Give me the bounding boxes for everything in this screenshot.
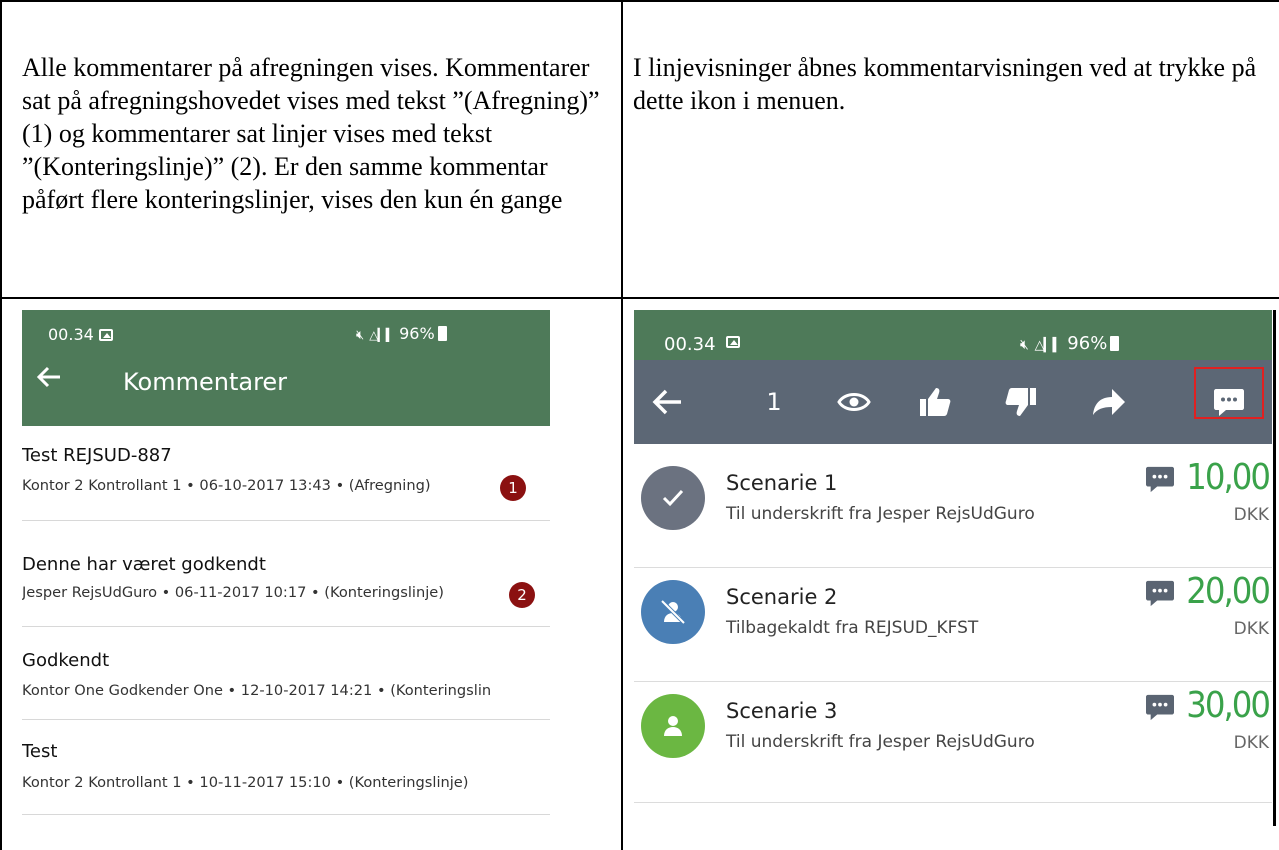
item-title: Scenarie 2 [726, 585, 838, 609]
gallery-notification-icon [99, 325, 113, 344]
table-divider-vertical [621, 0, 623, 850]
list-item[interactable]: Scenarie 1 Til underskrift fra Jesper Re… [634, 457, 1272, 547]
comments-screenshot: 00.34 🔇︎ △▎▍ 96% Kommentarer Test REJSUD… [22, 310, 550, 850]
thumbs-up-icon[interactable] [910, 360, 960, 444]
lines-screenshot: 00.34 🔇︎ △▎▍ 96% 1 Scenarie 1 Til unders… [634, 310, 1272, 826]
item-subtitle: Tilbagekaldt fra REJSUD_KFST [726, 618, 979, 638]
battery-icon [1110, 336, 1120, 351]
item-currency: DKK [1233, 505, 1269, 525]
forward-icon[interactable] [1084, 360, 1134, 444]
status-bar: 00.34 🔇︎ △▎▍ 96% [634, 310, 1272, 360]
person-icon [641, 694, 705, 758]
comment-title: Godkendt [22, 650, 110, 671]
comment-title: Test [22, 741, 58, 762]
signal-icon: △▎▍ [369, 328, 395, 342]
comments-icon-highlight [1194, 367, 1264, 419]
item-title: Scenarie 1 [726, 471, 838, 495]
table-divider-horizontal [0, 297, 1279, 299]
comment-bubble-icon [1145, 465, 1175, 498]
left-description: Alle kommentarer på afregningen vises. K… [22, 53, 600, 214]
item-subtitle: Til underskrift fra Jesper RejsUdGuro [726, 732, 1035, 752]
person-crossed-icon [641, 580, 705, 644]
divider [634, 802, 1272, 803]
item-currency: DKK [1233, 619, 1269, 639]
comment-meta: Jesper RejsUdGuro • 06-11-2017 10:17 • (… [22, 584, 444, 601]
selection-count: 1 [766, 388, 782, 416]
page-title: Kommentarer [123, 368, 288, 396]
comment-title: Denne har været godkendt [22, 554, 266, 575]
status-right: 🔇︎ △▎▍ 96% [356, 324, 447, 343]
list-item[interactable]: Scenarie 3 Til underskrift fra Jesper Re… [634, 682, 1272, 772]
item-subtitle: Til underskrift fra Jesper RejsUdGuro [726, 504, 1035, 524]
right-description: I linjevisninger åbnes kommentarvisninge… [633, 53, 1257, 115]
comment-meta: Kontor One Godkender One • 12-10-2017 14… [22, 682, 492, 699]
battery-icon [437, 326, 447, 341]
comment-bubble-icon [1145, 579, 1175, 612]
comment-item[interactable]: Test Kontor 2 Kontrollant 1 • 10-11-2017… [22, 719, 550, 815]
gallery-notification-icon [726, 334, 740, 352]
item-amount: 10,00 [1186, 457, 1271, 498]
battery-level: 96% [399, 324, 435, 343]
table-border-left [0, 0, 2, 850]
number-badge: 1 [500, 475, 526, 501]
mute-icon: 🔇︎ [356, 328, 365, 343]
back-arrow-icon[interactable] [36, 364, 62, 395]
status-right: 🔇︎ △▎▍ 96% [1020, 333, 1120, 354]
comment-item[interactable]: Godkendt Kontor One Godkender One • 12-1… [22, 626, 550, 716]
status-time: 00.34 [48, 325, 94, 344]
comment-meta: Kontor 2 Kontrollant 1 • 06-10-2017 13:4… [22, 477, 431, 494]
table-border-top [0, 0, 1279, 2]
signal-icon: △▎▍ [1034, 338, 1063, 353]
status-time: 00.34 [664, 334, 716, 355]
divider [22, 814, 550, 815]
mute-icon: 🔇︎ [1020, 337, 1029, 353]
item-title: Scenarie 3 [726, 699, 838, 723]
item-amount: 30,00 [1186, 685, 1271, 726]
divider [22, 520, 550, 521]
check-icon [641, 466, 705, 530]
item-amount: 20,00 [1186, 571, 1271, 612]
screenshot-edge [1273, 310, 1276, 826]
comment-item[interactable]: Test REJSUD-887 Kontor 2 Kontrollant 1 •… [22, 441, 550, 521]
item-currency: DKK [1233, 733, 1269, 753]
eye-icon[interactable] [829, 360, 879, 444]
comment-title: Test REJSUD-887 [22, 445, 172, 466]
thumbs-down-icon[interactable] [996, 360, 1046, 444]
list-item[interactable]: Scenarie 2 Tilbagekaldt fra REJSUD_KFST … [634, 568, 1272, 658]
comment-meta: Kontor 2 Kontrollant 1 • 10-11-2017 15:1… [22, 774, 469, 791]
app-header: 00.34 🔇︎ △▎▍ 96% Kommentarer [22, 310, 550, 426]
toolbar: 1 [634, 360, 1272, 444]
number-badge: 2 [509, 582, 535, 608]
back-arrow-icon[interactable] [642, 360, 692, 444]
battery-level: 96% [1067, 333, 1108, 354]
comment-item[interactable]: Denne har været godkendt Jesper RejsUdGu… [22, 530, 550, 610]
comment-bubble-icon [1145, 693, 1175, 726]
